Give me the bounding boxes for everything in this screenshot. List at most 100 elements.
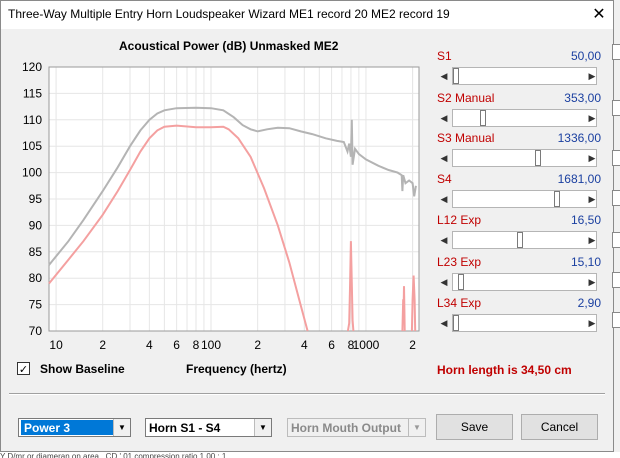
slider-track[interactable] bbox=[452, 314, 597, 332]
x-tick-label: 2 bbox=[99, 338, 106, 352]
x-tick-label: 4 bbox=[301, 338, 308, 352]
horn-section-select[interactable]: Horn S1 - S4 ▼ bbox=[145, 418, 272, 437]
x-tick-label: 6 bbox=[328, 338, 335, 352]
edge-fragment bbox=[612, 190, 620, 206]
title-bar: Three-Way Multiple Entry Horn Loudspeake… bbox=[1, 1, 613, 29]
chevron-down-icon: ▼ bbox=[408, 419, 425, 436]
y-tick-label: 105 bbox=[22, 139, 42, 153]
slider-value: 1336,00 bbox=[557, 131, 601, 145]
y-tick-label: 70 bbox=[29, 324, 43, 338]
x-tick-label: 10 bbox=[49, 338, 63, 352]
scroll-right-icon[interactable]: ▶ bbox=[585, 273, 599, 291]
slider-thumb[interactable] bbox=[458, 274, 465, 290]
slider-thumb[interactable] bbox=[554, 191, 561, 207]
chevron-down-icon[interactable]: ▼ bbox=[254, 419, 271, 436]
slider-track[interactable] bbox=[452, 190, 597, 208]
slider-label: S4 bbox=[437, 172, 452, 186]
horn-length-text: Horn length is 34,50 cm bbox=[437, 363, 572, 377]
window-title: Three-Way Multiple Entry Horn Loudspeake… bbox=[8, 7, 450, 21]
show-baseline-checkbox[interactable]: ✓ bbox=[17, 362, 30, 376]
slider-value: 16,50 bbox=[570, 213, 601, 227]
scroll-left-icon[interactable]: ◀ bbox=[437, 231, 451, 249]
slider-group: L34 Exp 2,90 ◀ ▶ bbox=[437, 296, 601, 336]
divider bbox=[9, 393, 605, 395]
x-tick-label: 100 bbox=[201, 338, 221, 352]
slider-track[interactable] bbox=[452, 231, 597, 249]
scroll-right-icon[interactable]: ▶ bbox=[585, 231, 599, 249]
slider-value: 353,00 bbox=[564, 91, 601, 105]
slider-thumb[interactable] bbox=[517, 232, 524, 248]
slider-thumb[interactable] bbox=[453, 68, 459, 84]
slider-label: S2 Manual bbox=[437, 91, 495, 105]
output-select: Horn Mouth Output ▼ bbox=[287, 418, 426, 437]
x-tick-label: 2 bbox=[409, 338, 416, 352]
output-select-value: Horn Mouth Output bbox=[291, 421, 401, 435]
scroll-right-icon[interactable]: ▶ bbox=[585, 67, 599, 85]
slider-group: S4 1681,00 ◀ ▶ bbox=[437, 172, 601, 212]
edge-fragment bbox=[612, 150, 620, 166]
y-tick-label: 95 bbox=[29, 192, 43, 206]
slider-group: S3 Manual 1336,00 ◀ ▶ bbox=[437, 131, 601, 171]
power-select[interactable]: Power 3 ▼ bbox=[18, 418, 131, 437]
x-tick-label: 4 bbox=[146, 338, 153, 352]
show-baseline-label[interactable]: Show Baseline bbox=[40, 362, 125, 376]
edge-fragment bbox=[612, 232, 620, 248]
slider-label: L23 Exp bbox=[437, 255, 482, 269]
scroll-right-icon[interactable]: ▶ bbox=[585, 314, 599, 332]
x-tick-label: 8 bbox=[193, 338, 200, 352]
slider-group: L23 Exp 15,10 ◀ ▶ bbox=[437, 255, 601, 295]
scroll-left-icon[interactable]: ◀ bbox=[437, 190, 451, 208]
close-icon[interactable]: ✕ bbox=[585, 1, 613, 29]
slider-value: 2,90 bbox=[577, 296, 601, 310]
y-tick-label: 90 bbox=[29, 218, 43, 232]
horn-section-select-value: Horn S1 - S4 bbox=[149, 421, 221, 435]
x-tick-label: 2 bbox=[254, 338, 261, 352]
chart-title: Acoustical Power (dB) Unmasked ME2 bbox=[119, 39, 339, 53]
y-tick-label: 100 bbox=[22, 166, 42, 180]
slider-track[interactable] bbox=[452, 109, 597, 127]
slider-thumb[interactable] bbox=[480, 110, 487, 126]
slider-value: 1681,00 bbox=[557, 172, 601, 186]
cancel-button[interactable]: Cancel bbox=[521, 414, 598, 440]
edge-fragment bbox=[612, 44, 620, 60]
slider-label: L12 Exp bbox=[437, 213, 482, 227]
chevron-down-icon[interactable]: ▼ bbox=[113, 419, 130, 436]
scroll-left-icon[interactable]: ◀ bbox=[437, 149, 451, 167]
x-axis-label: Frequency (hertz) bbox=[186, 362, 287, 376]
background-window-strip: Y D/mr or diameran on area , CD ' 01 com… bbox=[0, 452, 620, 458]
slider-label: L34 Exp bbox=[437, 296, 482, 310]
edge-fragment bbox=[612, 100, 620, 116]
slider-track[interactable] bbox=[452, 149, 597, 167]
y-tick-label: 115 bbox=[23, 86, 42, 100]
y-tick-label: 75 bbox=[29, 298, 43, 312]
slider-thumb[interactable] bbox=[453, 315, 459, 331]
slider-group: L12 Exp 16,50 ◀ ▶ bbox=[437, 213, 601, 253]
slider-group: S1 50,00 ◀ ▶ bbox=[437, 49, 601, 89]
scroll-left-icon[interactable]: ◀ bbox=[437, 67, 451, 85]
scroll-left-icon[interactable]: ◀ bbox=[437, 273, 451, 291]
wizard-window: Three-Way Multiple Entry Horn Loudspeake… bbox=[0, 0, 614, 452]
scroll-left-icon[interactable]: ◀ bbox=[437, 314, 451, 332]
y-tick-label: 110 bbox=[23, 113, 42, 127]
slider-value: 50,00 bbox=[570, 49, 601, 63]
slider-thumb[interactable] bbox=[535, 150, 542, 166]
slider-label: S3 Manual bbox=[437, 131, 495, 145]
checkmark-icon: ✓ bbox=[18, 364, 29, 376]
slider-value: 15,10 bbox=[570, 255, 601, 269]
acoustical-power-chart: 12011511010510095908580757010 2 4 6 8 100 2 4 6 8… bbox=[22, 60, 420, 352]
edge-fragment bbox=[612, 272, 620, 288]
slider-label: S1 bbox=[437, 49, 452, 63]
scroll-right-icon[interactable]: ▶ bbox=[585, 190, 599, 208]
power-select-value: Power 3 bbox=[21, 420, 113, 435]
y-tick-label: 80 bbox=[29, 271, 43, 285]
y-tick-label: 85 bbox=[29, 245, 43, 259]
save-button[interactable]: Save bbox=[436, 414, 513, 440]
scroll-left-icon[interactable]: ◀ bbox=[437, 109, 451, 127]
scroll-right-icon[interactable]: ▶ bbox=[585, 109, 599, 127]
slider-track[interactable] bbox=[452, 67, 597, 85]
y-tick-label: 120 bbox=[22, 60, 42, 74]
slider-track[interactable] bbox=[452, 273, 597, 291]
scroll-right-icon[interactable]: ▶ bbox=[585, 149, 599, 167]
slider-group: S2 Manual 353,00 ◀ ▶ bbox=[437, 91, 601, 131]
x-tick-label: 1000 bbox=[353, 338, 380, 352]
